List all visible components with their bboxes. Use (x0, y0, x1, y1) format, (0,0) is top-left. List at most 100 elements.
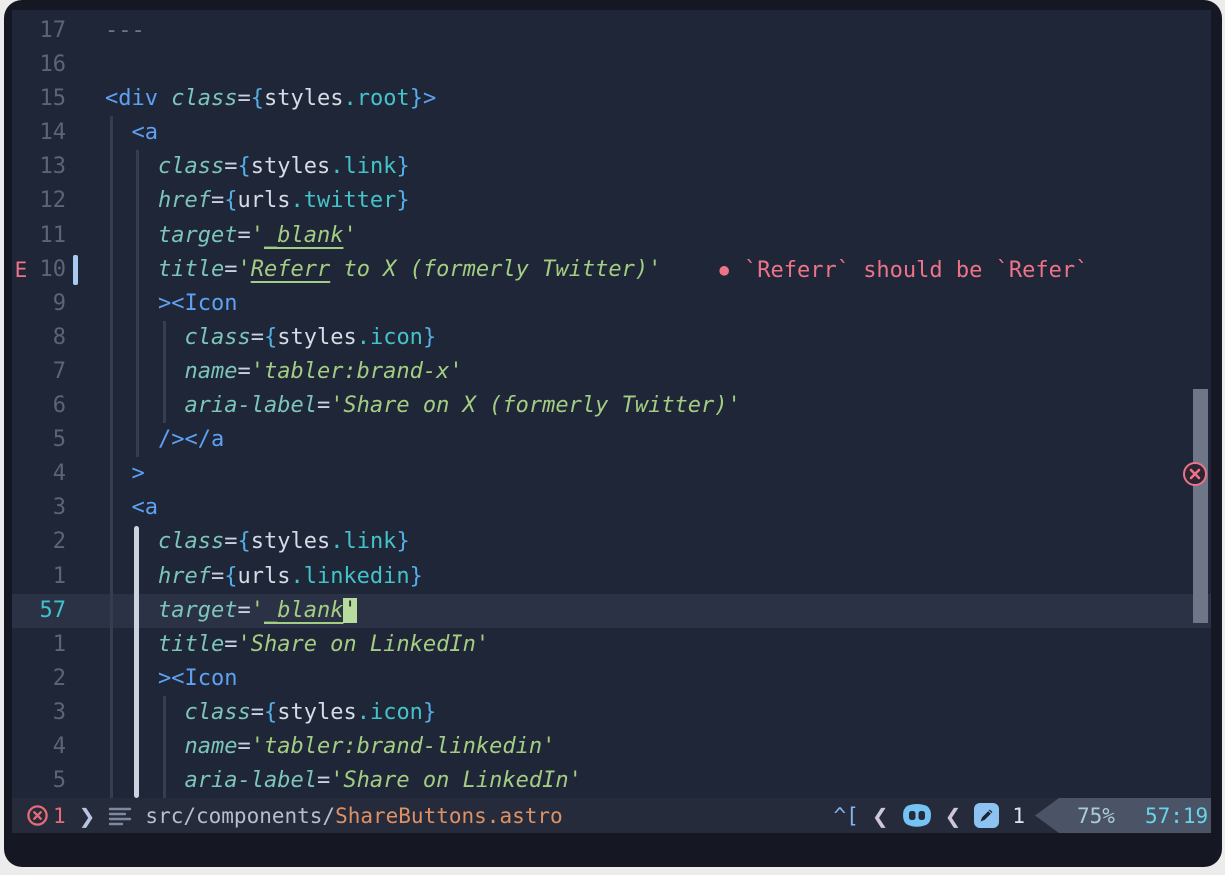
code-text: title='Referr to X (formerly Twitter)' (105, 253, 661, 287)
code-editor[interactable]: 17---1615<div class={styles.root}>14 <a1… (12, 10, 1211, 833)
sign-column (12, 457, 30, 491)
code-line[interactable]: 7 name='tabler:brand-x' (12, 355, 1211, 389)
code-text: href={urls.twitter} (105, 184, 410, 218)
code-token: { (264, 325, 277, 350)
code-text: class={styles.link} (105, 150, 410, 184)
code-token: to X (formerly Twitter) (330, 257, 648, 282)
code-line[interactable]: 15 <div class={styles.root}> (12, 82, 1211, 116)
indent-guide (110, 116, 113, 798)
code-line[interactable]: 3 class={styles.icon} (12, 696, 1211, 730)
line-number[interactable]: 5 (30, 764, 66, 798)
line-number[interactable]: 6 (30, 389, 66, 423)
code-line[interactable]: 13 class={styles.link} (12, 150, 1211, 184)
code-line[interactable]: 5 aria-label='Share on LinkedIn' (12, 764, 1211, 798)
code-token: = (237, 734, 250, 759)
line-number[interactable]: 7 (30, 355, 66, 389)
code-line[interactable]: 3 <a (12, 491, 1211, 525)
indent-guide (163, 696, 166, 798)
code-token: ><Icon (158, 291, 237, 316)
edit-badge (974, 803, 999, 828)
code-token: styles (277, 325, 356, 350)
code-line[interactable]: 8 class={styles.icon} (12, 321, 1211, 355)
line-number[interactable]: 4 (30, 457, 66, 491)
code-token: 'Share on LinkedIn' (237, 632, 489, 657)
code-token: = (251, 700, 264, 725)
line-number[interactable]: 17 (30, 14, 66, 48)
line-number[interactable]: 10 (30, 253, 66, 287)
code-line[interactable]: 2 class={styles.link} (12, 525, 1211, 559)
code-text: ><Icon (105, 662, 237, 696)
line-number[interactable]: 1 (30, 560, 66, 594)
code-token: .twitter (290, 188, 396, 213)
marker-column (66, 457, 105, 491)
line-number[interactable]: 3 (30, 491, 66, 525)
line-number[interactable]: 57 (30, 594, 66, 628)
code-token: /></a (158, 427, 224, 452)
code-token: aria-label (184, 393, 316, 418)
code-token: = (224, 257, 237, 282)
line-number[interactable]: 11 (30, 219, 66, 253)
editor-window: 17---1615<div class={styles.root}>14 <a1… (4, 0, 1222, 867)
code-token: urls (237, 188, 290, 213)
line-number[interactable]: 13 (30, 150, 66, 184)
change-marker (73, 255, 78, 285)
code-token: } (410, 564, 423, 589)
line-number[interactable]: 8 (30, 321, 66, 355)
code-line[interactable]: 57 target='_blank' (12, 594, 1211, 628)
code-token: = (211, 188, 224, 213)
code-line[interactable]: 4 name='tabler:brand-linkedin' (12, 730, 1211, 764)
copilot-icon[interactable] (902, 803, 932, 829)
sign-column (12, 321, 30, 355)
code-line[interactable]: 1 title='Share on LinkedIn' (12, 628, 1211, 662)
code-token: .linkedin (290, 564, 409, 589)
code-line[interactable]: 11 target='_blank' (12, 219, 1211, 253)
scrollbar-thumb[interactable] (1193, 389, 1208, 623)
line-number[interactable]: 14 (30, 116, 66, 150)
code-line[interactable]: 17--- (12, 14, 1211, 48)
code-token: = (224, 632, 237, 657)
code-token: { (224, 188, 237, 213)
code-line[interactable]: 6 aria-label='Share on X (formerly Twitt… (12, 389, 1211, 423)
code-text: <div class={styles.root}> (105, 82, 436, 116)
code-token: urls (237, 564, 290, 589)
line-number[interactable]: 2 (30, 662, 66, 696)
scrollbar-error-icon[interactable] (1183, 462, 1207, 486)
code-line[interactable]: 9 ><Icon (12, 287, 1211, 321)
code-token: = (237, 598, 250, 623)
code-line[interactable]: 16 (12, 48, 1211, 82)
code-text: aria-label='Share on X (formerly Twitter… (105, 389, 741, 423)
code-token: ' (343, 223, 356, 248)
diagnostic-bullet-icon: ● (719, 260, 729, 279)
line-number[interactable]: 2 (30, 525, 66, 559)
marker-column (66, 321, 105, 355)
error-sign: E (12, 253, 30, 287)
sign-column (12, 491, 30, 525)
line-number[interactable]: 12 (30, 184, 66, 218)
line-number[interactable]: 9 (30, 287, 66, 321)
code-token: = (237, 86, 250, 111)
code-text: class={styles.icon} (105, 321, 436, 355)
line-number[interactable]: 3 (30, 696, 66, 730)
code-line[interactable]: 4 > (12, 457, 1211, 491)
code-line[interactable]: 14 <a (12, 116, 1211, 150)
code-line[interactable]: 1 href={urls.linkedin} (12, 560, 1211, 594)
sign-column (12, 287, 30, 321)
line-number[interactable]: 16 (30, 48, 66, 82)
marker-column (66, 389, 105, 423)
code-token: styles (251, 529, 330, 554)
line-number[interactable]: 15 (30, 82, 66, 116)
code-token: class (184, 325, 250, 350)
code-text: class={styles.icon} (105, 696, 436, 730)
file-path-prefix: src/components/ (145, 804, 335, 828)
code-line[interactable]: 2 ><Icon (12, 662, 1211, 696)
line-number[interactable]: 5 (30, 423, 66, 457)
code-text: /></a (105, 423, 224, 457)
line-number[interactable]: 4 (30, 730, 66, 764)
sign-column (12, 48, 30, 82)
line-number[interactable]: 1 (30, 628, 66, 662)
code-line[interactable]: E10 title='Referr to X (formerly Twitter… (12, 253, 1211, 287)
code-token: target (158, 598, 237, 623)
marker-column (66, 82, 105, 116)
code-line[interactable]: 12 href={urls.twitter} (12, 184, 1211, 218)
code-line[interactable]: 5 /></a (12, 423, 1211, 457)
